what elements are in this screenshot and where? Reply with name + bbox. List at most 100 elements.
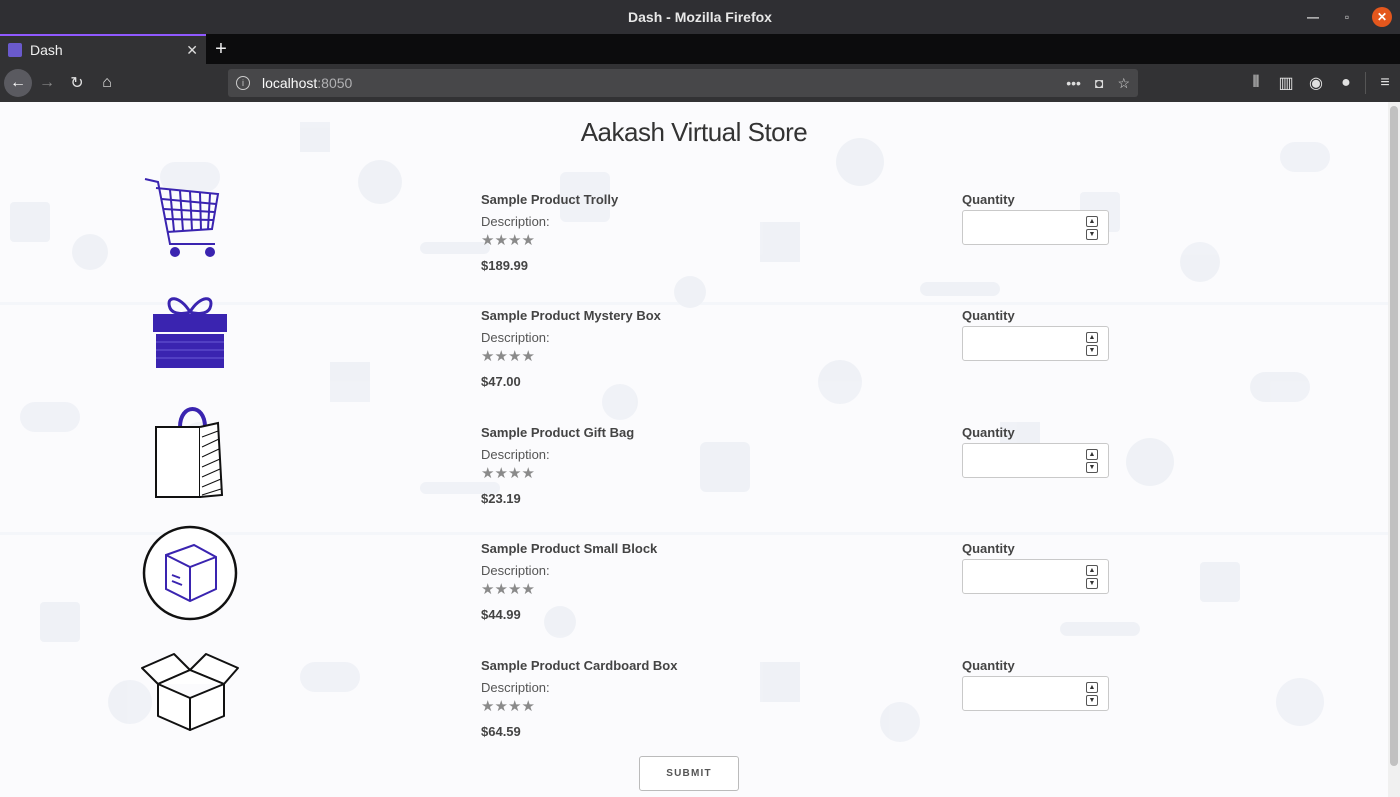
- chevron-down-icon[interactable]: ▼: [1086, 578, 1098, 589]
- window-titlebar: Dash - Mozilla Firefox — ▫ ✕: [0, 0, 1400, 34]
- home-button[interactable]: ⌂: [92, 68, 122, 98]
- product-rating: ★ ★ ★ ★: [481, 698, 535, 715]
- cardboard-box-icon: [141, 653, 239, 731]
- back-button[interactable]: ←: [4, 69, 32, 97]
- product-description: Description:: [481, 680, 550, 695]
- product-description: Description:: [481, 447, 550, 462]
- url-host: localhost: [262, 75, 318, 91]
- cube-block-icon: [142, 525, 238, 621]
- page-scrollbar[interactable]: [1388, 102, 1400, 797]
- product-description: Description:: [481, 214, 550, 229]
- tab-bar: Dash ✕ +: [0, 34, 1400, 64]
- chevron-up-icon[interactable]: ▲: [1086, 682, 1098, 693]
- product-rating: ★ ★ ★ ★: [481, 465, 535, 482]
- chevron-up-icon[interactable]: ▲: [1086, 216, 1098, 227]
- star-icon: ★: [494, 698, 508, 715]
- account-icon[interactable]: ◉: [1301, 68, 1331, 98]
- product-rating: ★ ★ ★ ★: [481, 348, 535, 365]
- chevron-down-icon[interactable]: ▼: [1086, 345, 1098, 356]
- product-price: $64.59: [481, 724, 521, 739]
- star-icon: ★: [521, 465, 535, 482]
- product-price: $189.99: [481, 258, 528, 273]
- quantity-label: Quantity: [962, 425, 1015, 440]
- star-icon: ★: [494, 465, 508, 482]
- star-icon: ★: [508, 232, 522, 249]
- window-title: Dash - Mozilla Firefox: [628, 9, 772, 25]
- menu-icon[interactable]: ≡: [1370, 68, 1400, 98]
- quantity-stepper[interactable]: ▲ ▼: [1086, 449, 1098, 473]
- product-name: Sample Product Cardboard Box: [481, 658, 678, 673]
- shopping-cart-icon: [144, 178, 220, 257]
- reload-button[interactable]: ↻: [62, 68, 92, 98]
- product-row: Sample Product Cardboard Box Description…: [0, 640, 1388, 756]
- gift-box-icon: [153, 297, 227, 368]
- product-rating: ★ ★ ★ ★: [481, 232, 535, 249]
- product-description: Description:: [481, 330, 550, 345]
- star-icon: ★: [508, 698, 522, 715]
- star-icon: ★: [494, 348, 508, 365]
- star-icon: ★: [481, 698, 495, 715]
- tab-close-icon[interactable]: ✕: [186, 42, 198, 59]
- product-price: $23.19: [481, 491, 521, 506]
- minimize-icon[interactable]: —: [1296, 0, 1330, 34]
- product-row: Sample Product Small Block Description: …: [0, 523, 1388, 639]
- quantity-input[interactable]: ▲ ▼: [962, 210, 1109, 245]
- star-icon: ★: [494, 581, 508, 598]
- quantity-stepper[interactable]: ▲ ▼: [1086, 565, 1098, 589]
- chevron-up-icon[interactable]: ▲: [1086, 332, 1098, 343]
- chevron-down-icon[interactable]: ▼: [1086, 462, 1098, 473]
- maximize-icon[interactable]: ▫: [1330, 0, 1364, 34]
- favicon-icon: [8, 43, 22, 57]
- product-row: Sample Product Trolly Description: ★ ★ ★ ★ …: [0, 174, 1388, 290]
- product-description: Description:: [481, 563, 550, 578]
- quantity-input[interactable]: ▲ ▼: [962, 676, 1109, 711]
- product-row: Sample Product Mystery Box Description: …: [0, 290, 1388, 406]
- star-icon: ★: [521, 232, 535, 249]
- url-bar[interactable]: i localhost:8050 ••• ◘ ☆: [228, 69, 1138, 97]
- page-actions-icon[interactable]: •••: [1066, 75, 1081, 91]
- forward-button[interactable]: →: [32, 68, 62, 98]
- window-controls: — ▫ ✕: [1296, 0, 1400, 34]
- quantity-stepper[interactable]: ▲ ▼: [1086, 216, 1098, 240]
- extension-icon[interactable]: ●: [1331, 68, 1361, 98]
- product-rating: ★ ★ ★ ★: [481, 581, 535, 598]
- close-window-button[interactable]: ✕: [1372, 7, 1392, 27]
- chevron-up-icon[interactable]: ▲: [1086, 449, 1098, 460]
- quantity-input[interactable]: ▲ ▼: [962, 559, 1109, 594]
- product-name: Sample Product Gift Bag: [481, 425, 635, 440]
- store-title: Aakash Virtual Store: [580, 117, 808, 147]
- navigation-toolbar: ← → ↻ ⌂ i localhost:8050 ••• ◘ ☆ ⫴ ▥ ◉ ●…: [0, 64, 1400, 102]
- toolbar-separator: [1365, 72, 1366, 94]
- chevron-down-icon[interactable]: ▼: [1086, 229, 1098, 240]
- product-name: Sample Product Trolly: [481, 192, 619, 207]
- product-name: Sample Product Small Block: [481, 541, 658, 556]
- gift-bag-icon: [155, 407, 224, 498]
- product-price: $44.99: [481, 607, 521, 622]
- quantity-label: Quantity: [962, 308, 1015, 323]
- star-icon: ★: [481, 232, 495, 249]
- quantity-input[interactable]: ▲ ▼: [962, 443, 1109, 478]
- star-icon: ★: [494, 232, 508, 249]
- scrollbar-thumb[interactable]: [1390, 106, 1398, 766]
- product-row: Sample Product Gift Bag Description: ★ ★ ★…: [0, 407, 1388, 523]
- page-content: Aakash Virtual Store Sample Product Trol…: [0, 102, 1388, 797]
- pocket-icon[interactable]: ◘: [1095, 75, 1103, 91]
- star-icon: ★: [508, 465, 522, 482]
- browser-tab[interactable]: Dash ✕: [0, 34, 206, 64]
- quantity-label: Quantity: [962, 192, 1015, 207]
- site-info-icon[interactable]: i: [236, 76, 250, 90]
- star-icon: ★: [521, 348, 535, 365]
- library-icon[interactable]: ⫴: [1241, 68, 1271, 98]
- bookmark-star-icon[interactable]: ☆: [1117, 75, 1130, 92]
- star-icon: ★: [481, 581, 495, 598]
- submit-button[interactable]: SUBMIT: [639, 756, 739, 791]
- chevron-up-icon[interactable]: ▲: [1086, 565, 1098, 576]
- quantity-stepper[interactable]: ▲ ▼: [1086, 682, 1098, 706]
- quantity-input[interactable]: ▲ ▼: [962, 326, 1109, 361]
- new-tab-button[interactable]: +: [206, 34, 236, 64]
- star-icon: ★: [481, 348, 495, 365]
- chevron-down-icon[interactable]: ▼: [1086, 695, 1098, 706]
- tab-title: Dash: [30, 42, 63, 58]
- quantity-stepper[interactable]: ▲ ▼: [1086, 332, 1098, 356]
- sidebar-icon[interactable]: ▥: [1271, 68, 1301, 98]
